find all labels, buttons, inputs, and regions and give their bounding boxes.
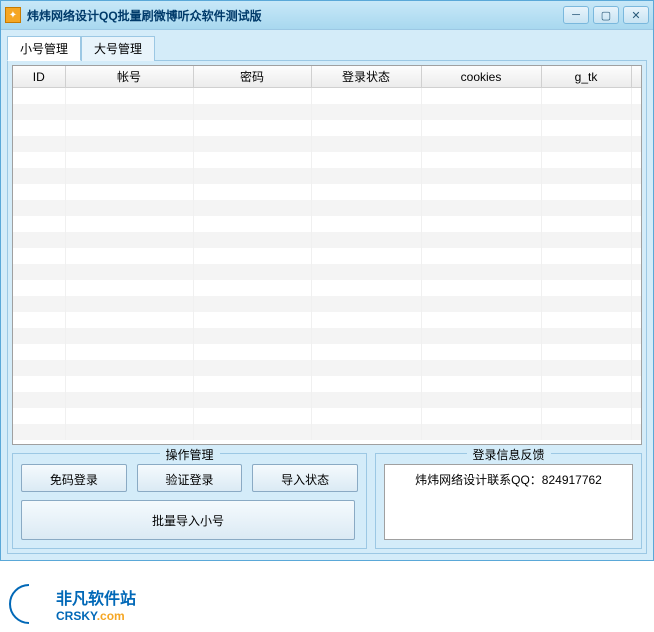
- table-row[interactable]: [13, 408, 641, 424]
- feedback-text: 炜炜网络设计联系QQ：824917762: [415, 473, 602, 487]
- table-row[interactable]: [13, 296, 641, 312]
- col-password[interactable]: 密码: [193, 66, 311, 88]
- table-row[interactable]: [13, 312, 641, 328]
- footer-brand-en: CRSKY.com: [56, 609, 136, 623]
- table-row[interactable]: [13, 392, 641, 408]
- content-area: 小号管理 大号管理 ID 帐号 密码 登录状态 cookies: [1, 29, 653, 560]
- table-row[interactable]: [13, 88, 641, 104]
- titlebar: ✦ 炜炜网络设计QQ批量刷微博听众软件测试版 ─ ▢ ✕: [1, 1, 653, 29]
- col-id[interactable]: ID: [13, 66, 65, 88]
- table-row[interactable]: [13, 168, 641, 184]
- minimize-button[interactable]: ─: [563, 6, 589, 24]
- table-row[interactable]: [13, 184, 641, 200]
- app-window: ✦ 炜炜网络设计QQ批量刷微博听众软件测试版 ─ ▢ ✕ 小号管理 大号管理: [0, 0, 654, 561]
- table-body: [13, 88, 641, 440]
- ops-fieldset: 操作管理 免码登录 验证登录 导入状态 批量导入小号: [12, 453, 367, 549]
- table-row[interactable]: [13, 104, 641, 120]
- table-row[interactable]: [13, 344, 641, 360]
- feedback-legend: 登录信息反馈: [466, 446, 550, 463]
- maximize-button[interactable]: ▢: [593, 6, 619, 24]
- table-header-row: ID 帐号 密码 登录状态 cookies g_tk: [13, 66, 641, 88]
- table-row[interactable]: [13, 216, 641, 232]
- col-account[interactable]: 帐号: [65, 66, 193, 88]
- footer-brand-cn: 非凡软件站: [56, 585, 136, 609]
- close-button[interactable]: ✕: [623, 6, 649, 24]
- table-row[interactable]: [13, 136, 641, 152]
- feedback-text-box: 炜炜网络设计联系QQ：824917762: [384, 464, 633, 540]
- footer-watermark: 非凡软件站 CRSKY.com: [0, 576, 654, 632]
- table-row[interactable]: [13, 152, 641, 168]
- col-login-status[interactable]: 登录状态: [311, 66, 421, 88]
- tab-big-account[interactable]: 大号管理: [81, 36, 155, 61]
- col-gtk[interactable]: g_tk: [541, 66, 631, 88]
- import-status-button[interactable]: 导入状态: [252, 464, 358, 492]
- col-spacer: [631, 66, 641, 88]
- table-row[interactable]: [13, 328, 641, 344]
- batch-import-button[interactable]: 批量导入小号: [21, 500, 355, 540]
- tab-small-account[interactable]: 小号管理: [7, 36, 81, 61]
- window-controls: ─ ▢ ✕: [563, 6, 649, 24]
- table-row[interactable]: [13, 376, 641, 392]
- no-code-login-button[interactable]: 免码登录: [21, 464, 127, 492]
- crescent-icon: [8, 583, 50, 625]
- ops-legend: 操作管理: [159, 446, 219, 463]
- verify-login-button[interactable]: 验证登录: [137, 464, 243, 492]
- tab-strip: 小号管理 大号管理: [7, 36, 647, 61]
- table-row[interactable]: [13, 424, 641, 440]
- account-table: ID 帐号 密码 登录状态 cookies g_tk: [13, 66, 642, 440]
- ops-button-row: 免码登录 验证登录 导入状态: [21, 464, 358, 492]
- account-table-wrap[interactable]: ID 帐号 密码 登录状态 cookies g_tk: [12, 65, 642, 445]
- col-cookies[interactable]: cookies: [421, 66, 541, 88]
- table-row[interactable]: [13, 360, 641, 376]
- table-row[interactable]: [13, 264, 641, 280]
- table-row[interactable]: [13, 200, 641, 216]
- app-icon: ✦: [5, 7, 21, 23]
- window-title: 炜炜网络设计QQ批量刷微博听众软件测试版: [27, 7, 563, 24]
- feedback-fieldset: 登录信息反馈 炜炜网络设计联系QQ：824917762: [375, 453, 642, 549]
- table-row[interactable]: [13, 120, 641, 136]
- footer-brand: 非凡软件站 CRSKY.com: [56, 585, 136, 623]
- table-row[interactable]: [13, 280, 641, 296]
- tab-panel: ID 帐号 密码 登录状态 cookies g_tk: [7, 60, 647, 554]
- bottom-controls: 操作管理 免码登录 验证登录 导入状态 批量导入小号 登录信息反馈 炜炜网络设计…: [12, 453, 642, 549]
- table-row[interactable]: [13, 248, 641, 264]
- table-row[interactable]: [13, 232, 641, 248]
